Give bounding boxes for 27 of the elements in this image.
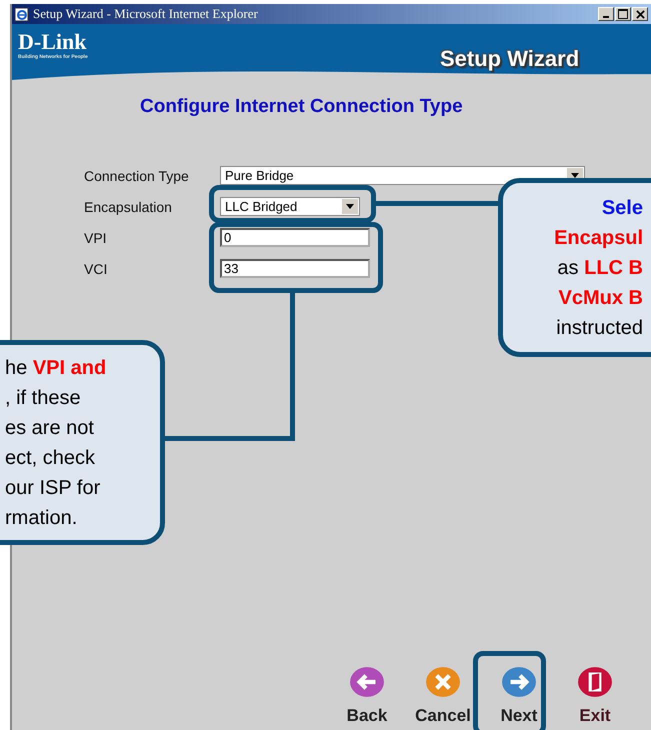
- caret-icon: [342, 199, 358, 214]
- dropdown[interactable]: LLC Bridged: [220, 197, 360, 216]
- back-button[interactable]: Back: [330, 666, 404, 726]
- cancel-button[interactable]: Cancel: [406, 666, 480, 726]
- dropdown[interactable]: Pure Bridge: [220, 166, 585, 185]
- cross-icon: [425, 666, 461, 698]
- maximize-icon[interactable]: [615, 7, 631, 21]
- field-label: VPI: [84, 230, 108, 246]
- page-title: Configure Internet Connection Type: [140, 96, 464, 118]
- arrow-left-icon: [349, 666, 385, 698]
- exit-button[interactable]: Exit: [558, 666, 632, 726]
- field-label: VCI: [84, 260, 108, 276]
- door-icon: [577, 666, 613, 698]
- arrow-right-icon: [501, 666, 537, 698]
- window-title: Setup Wizard - Microsoft Internet Explorer: [33, 6, 258, 22]
- header-title: Setup Wizard: [440, 46, 580, 72]
- close-icon[interactable]: [632, 7, 648, 21]
- minimize-icon[interactable]: [598, 7, 614, 21]
- field-label: Encapsulation: [84, 198, 173, 214]
- input-field[interactable]: 0: [220, 228, 370, 247]
- next-button[interactable]: Next: [482, 666, 556, 726]
- callout-text: Sele Encapsul as LLC B VcMux B instructed: [553, 196, 643, 340]
- input-field[interactable]: 33: [220, 259, 370, 278]
- logo: D-Link: [18, 30, 88, 54]
- browser-icon: [14, 6, 30, 22]
- callout-text: he VPI and , if these es are not ect, check our ISP for rmation.: [5, 356, 108, 530]
- field-label: Connection Type: [84, 168, 190, 184]
